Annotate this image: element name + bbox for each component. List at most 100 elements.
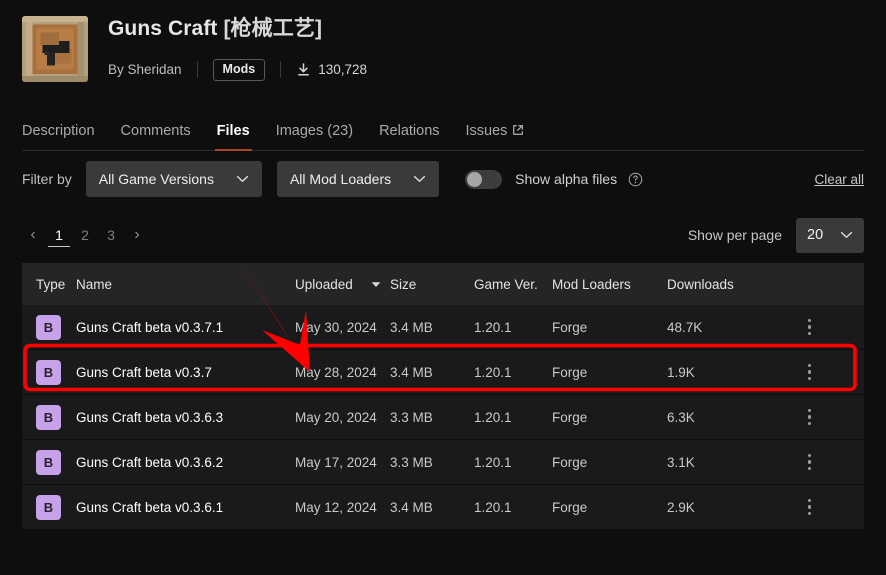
per-page-control: Show per page 20 (687, 217, 864, 253)
tab-label: Relations (379, 123, 440, 139)
table-row[interactable]: B Guns Craft beta v0.3.6.3 May 20, 2024 … (22, 395, 864, 440)
project-title-main: Guns Craft (108, 17, 224, 40)
pagination-next[interactable]: › (126, 223, 148, 247)
column-header-uploaded-label: Uploaded (295, 276, 353, 292)
file-mod-loaders: Forge (552, 409, 588, 425)
column-header-uploaded[interactable]: Uploaded (295, 277, 390, 292)
release-type-badge: B (36, 359, 61, 385)
file-name[interactable]: Guns Craft beta v0.3.6.3 (76, 410, 295, 425)
tab-description[interactable]: Description (22, 123, 95, 150)
meta-divider (280, 61, 282, 79)
release-type-badge: B (36, 314, 61, 340)
row-actions (755, 453, 864, 471)
file-downloads: 1.9K (667, 364, 695, 380)
pagination-prev[interactable]: ‹ (22, 223, 44, 247)
row-actions (755, 498, 864, 516)
clear-all-link[interactable]: Clear all (814, 172, 864, 187)
tab-issues[interactable]: Issues (466, 123, 525, 150)
file-size: 3.4 MB (390, 319, 433, 335)
tab-images[interactable]: Images (23) (276, 123, 353, 150)
column-header-type[interactable]: Type (22, 277, 76, 292)
mod-loaders-select[interactable]: All Mod Loaders (276, 161, 440, 197)
file-name[interactable]: Guns Craft beta v0.3.6.2 (76, 455, 295, 470)
project-thumbnail (22, 16, 88, 82)
file-game-version: 1.20.1 (474, 319, 512, 335)
sort-descending-icon (371, 281, 381, 287)
file-mod-loaders: Forge (552, 454, 588, 470)
external-link-icon (513, 125, 524, 135)
column-header-mod-loaders[interactable]: Mod Loaders (552, 277, 667, 292)
row-menu-button[interactable] (807, 408, 812, 426)
filter-bar: Filter by All Game Versions All Mod Load… (22, 151, 864, 207)
tab-label: Images (23) (275, 123, 354, 139)
show-alpha-files-label: Show alpha files (515, 171, 618, 187)
file-game-version: 1.20.1 (474, 364, 512, 380)
file-name[interactable]: Guns Craft beta v0.3.7.1 (76, 320, 295, 335)
file-type-cell: B (22, 449, 76, 475)
file-name[interactable]: Guns Craft beta v0.3.7 (76, 365, 295, 380)
column-header-name[interactable]: Name (76, 277, 295, 292)
table-row[interactable]: B Guns Craft beta v0.3.7 May 28, 2024 3.… (22, 350, 864, 395)
pistol-in-wooden-frame-icon (22, 16, 88, 82)
row-menu-button[interactable] (807, 318, 812, 336)
tab-comments[interactable]: Comments (121, 123, 191, 150)
file-downloads: 2.9K (667, 499, 695, 515)
file-uploaded: May 17, 2024 (295, 454, 377, 470)
project-meta: By Sheridan Mods 130,728 (108, 59, 367, 81)
pagination-bar: ‹ 1 2 3 › Show per page 20 (22, 207, 864, 263)
table-row[interactable]: B Guns Craft beta v0.3.6.2 May 17, 2024 … (22, 440, 864, 485)
tab-label: Description (22, 123, 95, 139)
file-uploaded: May 12, 2024 (295, 499, 377, 515)
row-actions (755, 318, 864, 336)
file-uploaded: May 20, 2024 (295, 409, 377, 425)
file-downloads: 3.1K (667, 454, 695, 470)
file-size: 3.3 MB (390, 454, 433, 470)
pagination: ‹ 1 2 3 › (22, 223, 148, 247)
file-name[interactable]: Guns Craft beta v0.3.6.1 (76, 500, 295, 515)
file-downloads: 6.3K (667, 409, 695, 425)
row-menu-button[interactable] (807, 498, 812, 516)
pagination-page-2[interactable]: 2 (74, 223, 96, 247)
tab-relations[interactable]: Relations (379, 123, 439, 150)
pagination-page-1[interactable]: 1 (48, 223, 70, 247)
toggle-knob (467, 171, 483, 187)
per-page-select[interactable]: 20 (796, 217, 864, 253)
chevron-down-icon (840, 231, 853, 238)
download-count-value: 130,728 (318, 62, 367, 78)
file-downloads: 48.7K (667, 319, 703, 335)
release-type-badge: B (36, 449, 61, 475)
row-menu-button[interactable] (807, 453, 812, 471)
file-mod-loaders: Forge (552, 499, 588, 515)
table-row[interactable]: B Guns Craft beta v0.3.7.1 May 30, 2024 … (22, 305, 864, 350)
tab-files[interactable]: Files (214, 123, 252, 151)
file-game-version: 1.20.1 (474, 409, 512, 425)
row-menu-button[interactable] (807, 363, 812, 381)
row-actions (755, 408, 864, 426)
file-uploaded: May 28, 2024 (295, 364, 377, 380)
file-game-version: 1.20.1 (474, 499, 512, 515)
category-badge[interactable]: Mods (212, 59, 266, 81)
column-header-downloads[interactable]: Downloads (667, 277, 755, 292)
mod-loaders-value: All Mod Loaders (289, 171, 392, 187)
game-versions-select[interactable]: All Game Versions (85, 161, 262, 197)
project-tabs: Description Comments Files Images (23) R… (22, 105, 864, 151)
project-header: Guns Craft [枪械工艺] By Sheridan Mods 130,7… (0, 0, 886, 105)
column-header-size[interactable]: Size (390, 277, 474, 292)
project-author[interactable]: By Sheridan (108, 62, 182, 77)
per-page-label: Show per page (687, 227, 782, 243)
column-header-game-ver[interactable]: Game Ver. (474, 277, 552, 292)
file-type-cell: B (22, 359, 76, 385)
question-mark-circle-icon[interactable] (628, 172, 643, 187)
release-type-badge: B (36, 404, 61, 430)
file-type-cell: B (22, 404, 76, 430)
pagination-page-3[interactable]: 3 (100, 223, 122, 247)
table-header-row: Type Name Uploaded Size Game Ver. Mod Lo… (22, 263, 864, 305)
show-alpha-files-toggle[interactable] (465, 169, 503, 189)
file-game-version: 1.20.1 (474, 454, 512, 470)
per-page-value: 20 (807, 227, 824, 243)
game-versions-value: All Game Versions (98, 171, 214, 187)
file-type-cell: B (22, 494, 76, 520)
file-mod-loaders: Forge (552, 364, 588, 380)
file-uploaded: May 30, 2024 (295, 319, 377, 335)
table-row[interactable]: B Guns Craft beta v0.3.6.1 May 12, 2024 … (22, 485, 864, 530)
